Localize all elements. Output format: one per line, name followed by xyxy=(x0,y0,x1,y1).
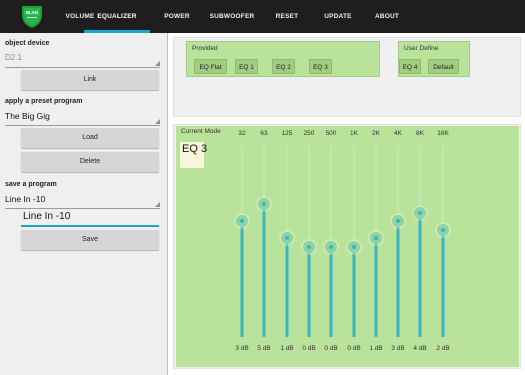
preset-eq-3-button[interactable]: EQ 3 xyxy=(309,59,332,74)
band-slider-track[interactable] xyxy=(285,238,289,337)
band-frequency-label: 8K xyxy=(416,130,424,137)
preset-select[interactable]: The Big Gig xyxy=(5,111,50,121)
band-frequency-label: 250 xyxy=(303,130,315,137)
band-gain-label: 4 dB xyxy=(413,345,427,352)
band-gain-label: 0 dB xyxy=(324,345,338,352)
preset-select-underline xyxy=(5,125,160,126)
dropdown-corner-icon xyxy=(155,119,160,124)
band-slider-track[interactable] xyxy=(352,247,356,337)
save-button[interactable]: Save xyxy=(21,230,159,250)
preset-default-button[interactable]: Default xyxy=(428,59,459,74)
band-frequency-label: 1K xyxy=(350,130,358,137)
band-slider-thumb[interactable] xyxy=(348,241,360,253)
band-slider-range xyxy=(397,146,399,222)
dropdown-corner-icon xyxy=(155,202,160,207)
preset-eq-flat-button[interactable]: EQ Flat xyxy=(194,59,227,74)
provided-label: Provided xyxy=(192,45,218,52)
band-slider-range xyxy=(442,146,444,230)
preset-eq-1-button[interactable]: EQ 1 xyxy=(235,59,258,74)
band-slider-range xyxy=(375,146,377,239)
band-frequency-label: 500 xyxy=(325,130,337,137)
band-slider-track[interactable] xyxy=(418,212,422,337)
save-program-select-underline xyxy=(5,208,160,209)
band-gain-label: 3 dB xyxy=(235,345,249,352)
band-frequency-label: 16K xyxy=(437,130,449,137)
dropdown-corner-icon xyxy=(155,61,160,66)
band-slider-range xyxy=(330,146,332,247)
band-frequency-label: 2K xyxy=(372,130,380,137)
band-gain-label: 2 dB xyxy=(436,345,450,352)
band-slider-range xyxy=(241,146,243,222)
band-slider-track[interactable] xyxy=(374,238,378,337)
band-slider-thumb[interactable] xyxy=(392,215,404,228)
preset-eq-2-button[interactable]: EQ 2 xyxy=(272,59,295,74)
band-frequency-label: 125 xyxy=(281,130,293,137)
object-device-underline xyxy=(5,67,160,68)
nav-tab-equalizer[interactable]: EQUALIZER xyxy=(84,0,150,33)
band-frequency-label: 63 xyxy=(260,130,268,137)
band-slider-range xyxy=(308,146,310,247)
link-button[interactable]: Link xyxy=(21,70,159,90)
band-slider-range xyxy=(419,146,421,213)
band-gain-label: 3 dB xyxy=(391,345,405,352)
band-slider-thumb[interactable] xyxy=(370,232,382,245)
band-slider-thumb[interactable] xyxy=(437,223,449,236)
user-defined-presets-group: User Define EQ 4 Default xyxy=(398,41,470,77)
nav-tab-subwoofer[interactable]: SUBWOOFER xyxy=(202,0,262,33)
band-slider-range xyxy=(353,146,355,247)
object-device-value[interactable]: D2.1 xyxy=(5,53,22,62)
band-slider-thumb[interactable] xyxy=(414,206,426,219)
current-mode-value: EQ 3 xyxy=(182,143,208,155)
svg-text:BLAM: BLAM xyxy=(26,10,39,15)
band-frequency-label: 32 xyxy=(238,130,246,137)
nav-tab-about[interactable]: ABOUT xyxy=(362,0,412,33)
band-slider-track[interactable] xyxy=(329,247,333,337)
program-name-input-underline xyxy=(21,225,159,227)
band-gain-label: 0 dB xyxy=(302,345,316,352)
program-name-input[interactable]: Line In -10 xyxy=(23,211,70,222)
band-slider-track[interactable] xyxy=(307,247,311,337)
object-device-label: object device xyxy=(5,40,50,47)
band-slider-thumb[interactable] xyxy=(281,232,293,245)
band-slider-track[interactable] xyxy=(262,204,266,337)
band-slider-thumb[interactable] xyxy=(303,241,315,253)
band-slider-range xyxy=(286,146,288,239)
band-slider-thumb[interactable] xyxy=(258,198,270,210)
save-program-label: save a program xyxy=(5,181,57,188)
band-slider-range xyxy=(263,146,265,204)
band-slider-thumb[interactable] xyxy=(236,215,248,228)
top-nav-bar: BLAM VOLUME EQUALIZER POWER SUBWOOFER RE… xyxy=(0,0,525,33)
band-slider-thumb[interactable] xyxy=(325,241,337,253)
current-mode-label: Current Mode xyxy=(181,128,221,135)
band-gain-label: 1 dB xyxy=(280,345,294,352)
provided-presets-group: Provided EQ Flat EQ 1 EQ 2 EQ 3 xyxy=(186,41,380,77)
save-program-select[interactable]: Line In -10 xyxy=(5,194,45,204)
load-button[interactable]: Load xyxy=(21,128,159,148)
nav-tab-power[interactable]: POWER xyxy=(154,0,200,33)
nav-tab-update[interactable]: UPDATE xyxy=(312,0,364,33)
nav-tab-reset[interactable]: RESET xyxy=(264,0,310,33)
band-slider-track[interactable] xyxy=(396,221,400,337)
user-define-label: User Define xyxy=(404,45,439,52)
band-slider-track[interactable] xyxy=(441,229,445,337)
delete-button[interactable]: Delete xyxy=(21,152,159,172)
band-frequency-label: 4K xyxy=(394,130,402,137)
band-slider-track[interactable] xyxy=(240,221,244,337)
brand-logo-icon: BLAM xyxy=(22,6,42,28)
preset-label: apply a preset program xyxy=(5,98,83,105)
band-gain-label: 1 dB xyxy=(369,345,383,352)
band-gain-label: 5 dB xyxy=(257,345,271,352)
band-gain-label: 0 dB xyxy=(347,345,361,352)
preset-eq-4-button[interactable]: EQ 4 xyxy=(399,59,421,74)
